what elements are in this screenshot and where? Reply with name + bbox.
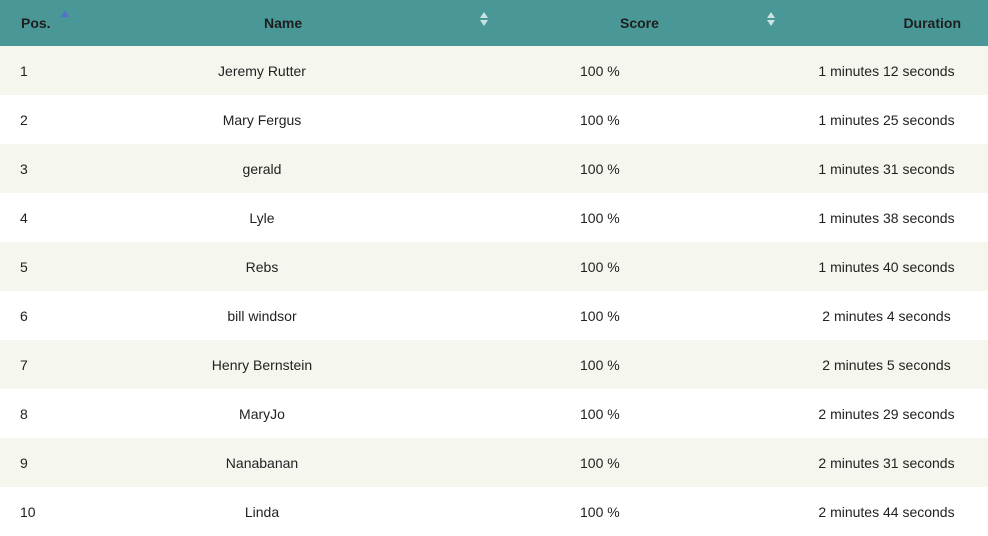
cell-pos: 9 [20,454,28,471]
cell-duration: 1 minutes 38 seconds [818,209,955,226]
table-row: 8 MaryJo 100 % 2 minutes 29 seconds [0,389,988,438]
table-row: 7 Henry Bernstein 100 % 2 minutes 5 seco… [0,340,988,389]
cell-pos: 5 [20,258,28,275]
cell-name: Jeremy Rutter [55,46,495,95]
column-header-pos-label: Pos. [21,15,51,31]
column-header-duration-label: Duration [903,15,961,31]
sort-unsorted-icon[interactable] [479,11,489,27]
cell-score: 100 % [580,111,620,128]
sort-unsorted-icon[interactable] [766,11,776,27]
cell-score: 100 % [580,258,620,275]
cell-name: gerald [55,144,495,193]
cell-score: 100 % [580,307,620,324]
cell-score: 100 % [580,160,620,177]
cell-duration: 1 minutes 25 seconds [818,111,955,128]
cell-duration: 2 minutes 31 seconds [818,454,955,471]
table-row: 4 Lyle 100 % 1 minutes 38 seconds [0,193,988,242]
cell-name: Mary Fergus [55,95,495,144]
cell-pos: 10 [20,503,36,520]
cell-name-text: Rebs [245,258,279,275]
table-row: 2 Mary Fergus 100 % 1 minutes 25 seconds [0,95,988,144]
cell-pos: 1 [20,62,28,79]
cell-name-text: Mary Fergus [222,111,302,128]
cell-score: 100 % [580,209,620,226]
cell-name: Lyle [55,193,495,242]
leaderboard-table: Pos. Name Score Duration 1 Jeremy Rutter… [0,0,988,536]
cell-name: Henry Bernstein [55,340,495,389]
cell-score: 100 % [580,62,620,79]
cell-name: Linda [55,487,495,536]
column-header-score[interactable]: Score [495,0,785,46]
table-row: 6 bill windsor 100 % 2 minutes 4 seconds [0,291,988,340]
cell-name-text: Linda [244,503,280,520]
cell-score: 100 % [580,503,620,520]
cell-pos: 8 [20,405,28,422]
table-row: 1 Jeremy Rutter 100 % 1 minutes 12 secon… [0,46,988,95]
cell-pos: 4 [20,209,28,226]
cell-duration: 2 minutes 5 seconds [822,356,951,373]
cell-name-text: bill windsor [227,307,297,324]
cell-pos: 7 [20,356,28,373]
cell-duration: 2 minutes 44 seconds [818,503,955,520]
table-body: 1 Jeremy Rutter 100 % 1 minutes 12 secon… [0,46,988,536]
table-row: 10 Linda 100 % 2 minutes 44 seconds [0,487,988,536]
cell-pos: 6 [20,307,28,324]
column-header-pos[interactable]: Pos. [0,0,69,46]
column-header-name-label: Name [264,15,303,31]
header-row: Pos. Name Score Duration [0,0,988,46]
cell-score: 100 % [580,356,620,373]
cell-name-text: Nanabanan [225,454,299,471]
table-header: Pos. Name Score Duration [0,0,988,46]
cell-name-text: Jeremy Rutter [218,62,306,79]
cell-name: Nanabanan [55,438,495,487]
cell-name: MaryJo [55,389,495,438]
column-header-score-label: Score [620,15,659,31]
table-row: 3 gerald 100 % 1 minutes 31 seconds [0,144,988,193]
cell-pos: 2 [20,111,28,128]
cell-name: Rebs [55,242,495,291]
cell-duration: 2 minutes 29 seconds [818,405,955,422]
table-row: 5 Rebs 100 % 1 minutes 40 seconds [0,242,988,291]
cell-duration: 1 minutes 31 seconds [818,160,955,177]
cell-pos: 3 [20,160,28,177]
cell-name-text: Lyle [249,209,275,226]
cell-name-text: gerald [242,160,282,177]
cell-name-text: MaryJo [239,405,285,422]
cell-name-text: Henry Bernstein [211,356,313,373]
cell-score: 100 % [580,405,620,422]
cell-duration: 2 minutes 4 seconds [822,307,951,324]
cell-duration: 1 minutes 40 seconds [818,258,955,275]
cell-score: 100 % [580,454,620,471]
cell-duration: 1 minutes 12 seconds [818,62,955,79]
column-header-duration[interactable]: Duration [785,0,988,46]
column-header-name[interactable]: Name [55,0,495,46]
table-row: 9 Nanabanan 100 % 2 minutes 31 seconds [0,438,988,487]
cell-name: bill windsor [55,291,495,340]
